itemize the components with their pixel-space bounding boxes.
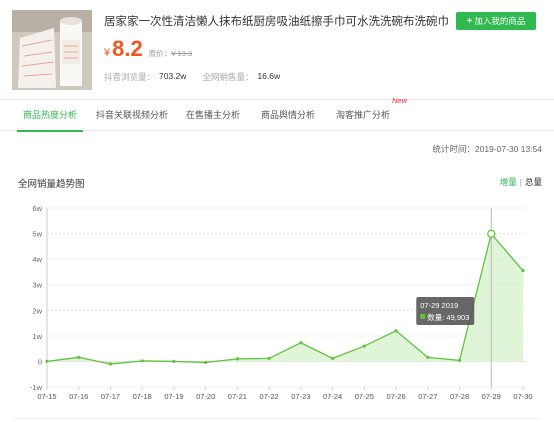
y-tick-label: 3w	[32, 281, 42, 290]
sales-trend-chart: -1w 0 1w 2w 3w 4w 5w 6w 07-15 07-16 07-17 07-18 07-1…	[0, 190, 554, 422]
data-point	[45, 359, 49, 364]
new-badge: New	[392, 96, 408, 105]
data-point	[299, 341, 303, 345]
toggle-increment[interactable]: 增量	[500, 177, 517, 187]
tab-selling-streamers[interactable]: 在售播主分析	[186, 100, 240, 131]
x-tick-label: 07-21	[228, 392, 247, 401]
data-point	[362, 344, 366, 348]
bottom-divider	[14, 418, 540, 419]
x-tick-label: 07-24	[323, 392, 342, 401]
data-point	[521, 269, 525, 273]
increment-total-toggle: 增量 | 总量	[500, 176, 542, 188]
data-point	[457, 358, 462, 363]
y-tick-label: 4w	[32, 255, 42, 264]
tooltip-date: 07-29 2019	[420, 301, 458, 310]
x-tick-label: 07-30	[513, 392, 532, 401]
y-tick-label: -1w	[30, 383, 43, 392]
x-tick-label: 07-28	[450, 392, 469, 401]
product-title[interactable]: 居家家一次性清洁懒人抹布纸厨房吸油纸擦手巾可水洗洗碗布洗碗巾	[104, 13, 449, 29]
plus-icon: +	[466, 15, 473, 27]
data-point	[426, 355, 430, 359]
y-tick-label: 2w	[32, 306, 42, 315]
data-point-highlighted	[487, 229, 496, 238]
y-tick-label: 1w	[32, 332, 42, 341]
sales-trend-title: 全网销量趋势图	[18, 179, 85, 190]
original-price-label: 原价：	[148, 49, 172, 58]
tab-affiliate-label: 淘客推广分析	[336, 110, 391, 120]
tab-public-opinion[interactable]: 商品舆情分析	[261, 100, 315, 131]
douyin-views-value: 703.2w	[159, 71, 187, 81]
tab-product-heat[interactable]: 商品热度分析	[16, 100, 84, 132]
data-point	[267, 356, 271, 360]
product-image	[12, 10, 92, 90]
x-tick-label: 07-25	[355, 392, 374, 401]
x-tick-label: 07-16	[69, 392, 88, 401]
data-point	[172, 359, 176, 364]
x-tick-label: 07-19	[164, 392, 183, 401]
product-stats: 抖音浏览量： 703.2w 全网销售量： 16.6w	[104, 71, 296, 83]
x-tick-label: 07-26	[386, 392, 405, 401]
data-point	[108, 362, 113, 366]
toggle-separator: |	[519, 177, 522, 187]
tooltip-value: 数量: 49,903	[427, 312, 469, 322]
total-sales-value: 16.6w	[257, 71, 281, 81]
total-sales-label: 全网销售量：	[202, 72, 254, 82]
x-tick-label: 07-27	[418, 392, 437, 401]
analysis-tabs: 商品热度分析 抖音关联视频分析 在售播主分析 商品舆情分析 淘客推广分析 New	[0, 96, 554, 132]
chart-svg: -1w 0 1w 2w 3w 4w 5w 6w 07-15 07-16 07-17 07-18 07-1…	[30, 204, 533, 401]
y-tick-label: 6w	[32, 204, 42, 213]
add-to-my-products-button[interactable]: + 加入我的商品	[456, 12, 536, 30]
x-tick-label: 07-15	[37, 392, 56, 401]
price-currency: ¥	[104, 47, 111, 59]
data-point	[77, 355, 81, 359]
x-tick-label: 07-29	[482, 392, 501, 401]
price-value: 8.2	[112, 36, 143, 61]
tab-douyin-videos[interactable]: 抖音关联视频分析	[96, 100, 168, 131]
price-row: ¥ 8.2 原价： ¥ 13.3	[104, 36, 192, 62]
douyin-views-label: 抖音浏览量：	[104, 72, 156, 82]
statistics-time: 统计时间：2019-07-30 13:54	[432, 144, 542, 154]
tooltip-swatch	[420, 314, 426, 319]
x-tick-label: 07-17	[101, 392, 120, 401]
data-point	[235, 357, 239, 361]
add-button-label: 加入我的商品	[474, 16, 526, 26]
x-tick-label: 07-20	[196, 392, 215, 401]
data-point	[331, 356, 335, 360]
x-tick-label: 07-23	[291, 392, 310, 401]
x-tick-label: 07-22	[260, 392, 279, 401]
y-tick-label: 5w	[32, 230, 42, 239]
original-price: ¥ 13.3	[171, 49, 193, 58]
product-thumbnail[interactable]	[12, 10, 92, 90]
product-header: 居家家一次性清洁懒人抹布纸厨房吸油纸擦手巾可水洗洗碗布洗碗巾 + 加入我的商品 …	[0, 0, 554, 98]
x-tick-label: 07-18	[133, 392, 152, 401]
data-point	[204, 360, 208, 365]
data-point	[394, 329, 398, 333]
data-point	[140, 359, 144, 363]
y-tick-label: 0	[38, 357, 42, 366]
toggle-total[interactable]: 总量	[525, 177, 542, 187]
tab-affiliate-promotion[interactable]: 淘客推广分析 New	[336, 96, 407, 131]
